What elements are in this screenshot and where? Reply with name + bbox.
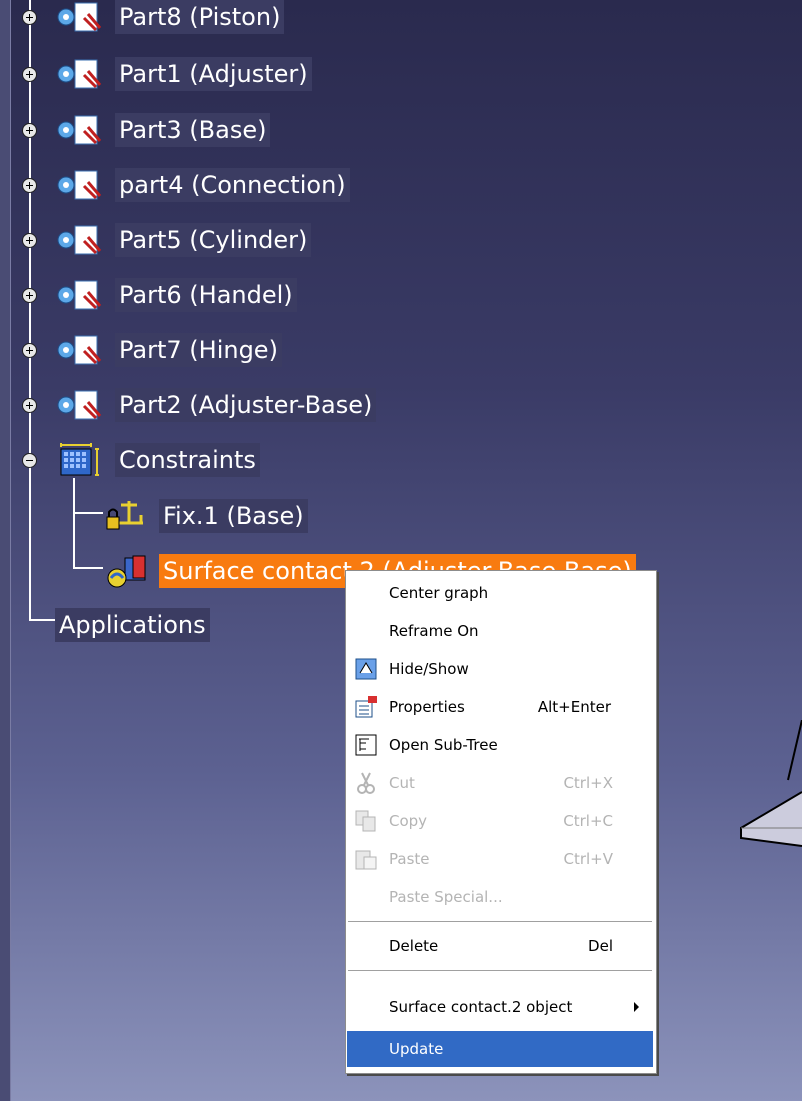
expand-icon[interactable] [22, 178, 37, 193]
expand-icon[interactable] [22, 343, 37, 358]
applications-label[interactable]: Applications [55, 608, 210, 642]
tree-item-part6[interactable]: Part6 (Handel) [0, 276, 400, 314]
hide-show-icon [355, 658, 377, 680]
menu-item-paste-special: Paste Special... [347, 879, 653, 915]
tree-item-part3[interactable]: Part3 (Base) [0, 111, 400, 149]
menu-item-label: Reframe On [389, 622, 479, 640]
menu-separator [348, 970, 652, 972]
menu-item-label: Cut [389, 774, 415, 792]
expand-icon[interactable] [22, 288, 37, 303]
properties-icon [355, 696, 377, 718]
menu-item-cut: Cut Ctrl+X [347, 765, 653, 801]
menu-item-hide-show[interactable]: Hide/Show [347, 651, 653, 687]
tree-item-part5[interactable]: Part5 (Cylinder) [0, 221, 400, 259]
tree-item-part2[interactable]: Part2 (Adjuster-Base) [0, 386, 460, 424]
menu-item-center-graph[interactable]: Center graph [347, 575, 653, 611]
part-icon [57, 115, 102, 145]
menu-item-object-submenu[interactable]: Surface contact.2 object [347, 989, 653, 1025]
tree-item-constraints[interactable]: Constraints [0, 441, 300, 479]
part-label[interactable]: Part3 (Base) [115, 113, 271, 147]
menu-item-shortcut: Ctrl+V [563, 850, 613, 868]
collapse-icon[interactable] [22, 453, 37, 468]
part-icon [57, 335, 102, 365]
menu-item-shortcut: Alt+Enter [537, 698, 611, 716]
context-menu: Center graph Reframe On Hide/Show Proper… [345, 570, 657, 1074]
menu-item-shortcut: Ctrl+X [563, 774, 613, 792]
menu-item-reframe-on[interactable]: Reframe On [347, 613, 653, 649]
menu-item-label: Paste [389, 850, 430, 868]
submenu-arrow-icon [634, 1002, 639, 1012]
menu-item-open-sub-tree[interactable]: Open Sub-Tree [347, 727, 653, 763]
part-label[interactable]: Part6 (Handel) [115, 278, 297, 312]
menu-item-label: Open Sub-Tree [389, 736, 498, 754]
tree-item-part4[interactable]: part4 (Connection) [0, 166, 400, 204]
part-icon [57, 170, 102, 200]
menu-item-label: Surface contact.2 object [389, 998, 573, 1016]
part-label[interactable]: Part1 (Adjuster) [115, 57, 312, 91]
part-icon [57, 59, 102, 89]
part-label[interactable]: Part5 (Cylinder) [115, 223, 312, 257]
menu-item-shortcut: Ctrl+C [563, 812, 613, 830]
menu-separator [348, 921, 652, 923]
expand-icon[interactable] [22, 233, 37, 248]
scissors-icon [357, 772, 375, 794]
menu-item-delete[interactable]: Delete Del [347, 928, 653, 964]
part-label[interactable]: Part8 (Piston) [115, 0, 285, 34]
menu-item-update[interactable]: Update [347, 1031, 653, 1067]
menu-item-label: Copy [389, 812, 428, 830]
tree-item-fix1[interactable]: Fix.1 (Base) [0, 497, 400, 535]
sub-tree-icon [355, 734, 377, 756]
surface-contact-icon [107, 555, 146, 588]
constraints-label[interactable]: Constraints [115, 443, 260, 477]
fix-constraint-icon [106, 501, 143, 530]
menu-item-label: Paste Special... [389, 888, 503, 906]
part-icon [57, 390, 102, 420]
menu-item-copy: Copy Ctrl+C [347, 803, 653, 839]
fix-label[interactable]: Fix.1 (Base) [159, 499, 308, 533]
expand-icon[interactable] [22, 123, 37, 138]
tree-item-part7[interactable]: Part7 (Hinge) [0, 331, 400, 369]
menu-item-shortcut: Del [588, 937, 613, 955]
part-icon [57, 2, 102, 32]
menu-item-label: Center graph [389, 584, 489, 602]
menu-item-label: Properties [389, 698, 465, 716]
part-label[interactable]: Part7 (Hinge) [115, 333, 282, 367]
expand-icon[interactable] [22, 10, 37, 25]
menu-item-label: Update [389, 1040, 444, 1058]
paste-icon [355, 850, 377, 870]
menu-item-properties[interactable]: Properties Alt+Enter [347, 689, 653, 725]
part-label[interactable]: part4 (Connection) [115, 168, 350, 202]
menu-item-paste: Paste Ctrl+V [347, 841, 653, 877]
tree-item-part8[interactable]: Part8 (Piston) [0, 0, 400, 38]
menu-item-label: Hide/Show [389, 660, 469, 678]
expand-icon[interactable] [22, 67, 37, 82]
copy-icon [355, 810, 376, 832]
part-icon [57, 280, 102, 310]
expand-icon[interactable] [22, 398, 37, 413]
constraints-icon [60, 443, 99, 476]
part-icon [57, 225, 102, 255]
3d-part-edge [787, 720, 802, 781]
part-label[interactable]: Part2 (Adjuster-Base) [115, 388, 377, 422]
tree-item-applications[interactable]: Applications [0, 608, 300, 646]
tree-item-part1[interactable]: Part1 (Adjuster) [0, 55, 400, 93]
menu-item-label: Delete [389, 937, 439, 955]
